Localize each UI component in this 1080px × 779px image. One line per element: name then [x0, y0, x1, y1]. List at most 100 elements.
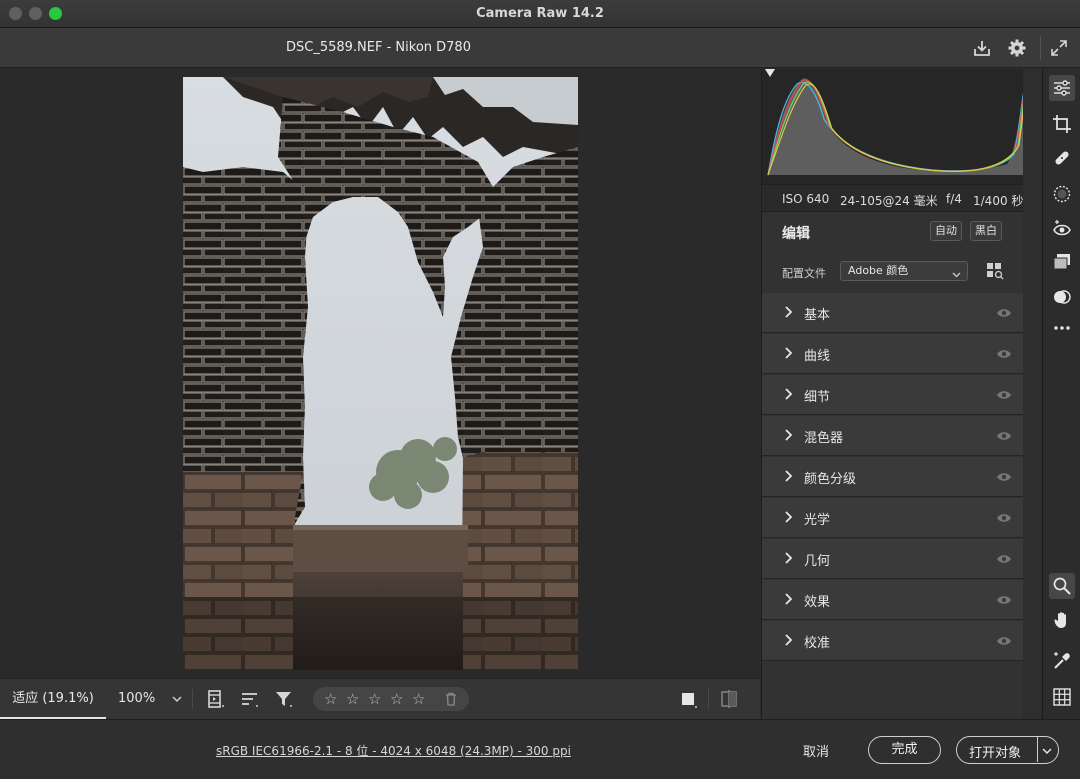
section-label: 效果: [804, 595, 831, 610]
section-label: 颜色分级: [804, 472, 857, 487]
eye-icon[interactable]: [996, 430, 1012, 442]
shadow-clipping-icon: [765, 69, 775, 77]
edit-title: 编辑: [782, 226, 810, 242]
section-curves[interactable]: 曲线: [762, 334, 1023, 374]
profile-label: 配置文件: [782, 267, 826, 280]
workflow-options-link[interactable]: sRGB IEC61966-2.1 - 8 位 - 4024 x 6048 (2…: [216, 742, 571, 759]
footer-bar: sRGB IEC61966-2.1 - 8 位 - 4024 x 6048 (2…: [0, 719, 1080, 779]
section-label: 几何: [804, 554, 831, 569]
title-bar: Camera Raw 14.2: [0, 0, 1080, 28]
filmstrip-icon[interactable]: [206, 689, 226, 709]
zoom-tool-icon[interactable]: [1049, 573, 1075, 599]
bw-button[interactable]: 黑白: [970, 221, 1002, 241]
toolbar-divider: [708, 689, 709, 709]
tool-strip: [1042, 69, 1080, 719]
chevron-right-icon: [783, 347, 793, 359]
auto-button[interactable]: 自动: [930, 221, 962, 241]
bottom-toolbar: 适应 (19.1%) 100% ☆ ☆ ☆ ☆ ☆: [0, 678, 760, 719]
chevron-right-icon: [783, 470, 793, 482]
toolbar-divider: [192, 689, 193, 709]
star-1-icon[interactable]: ☆: [324, 690, 337, 708]
eye-icon[interactable]: [996, 307, 1012, 319]
edit-sliders-icon[interactable]: [1049, 75, 1075, 101]
more-icon[interactable]: [1049, 315, 1075, 341]
eye-icon[interactable]: [996, 635, 1012, 647]
section-label: 曲线: [804, 349, 831, 364]
section-detail[interactable]: 细节: [762, 375, 1023, 415]
exif-bar: ISO 640 24-105@24 毫米 f/4 1/400 秒: [762, 184, 1042, 212]
filter-icon[interactable]: [274, 689, 294, 709]
chevron-right-icon: [783, 511, 793, 523]
cancel-button[interactable]: 取消: [803, 741, 829, 760]
exif-iso: ISO 640: [782, 192, 830, 206]
trash-icon[interactable]: [444, 692, 458, 706]
star-2-icon[interactable]: ☆: [346, 690, 359, 708]
profile-browser-icon[interactable]: [986, 262, 1004, 280]
section-label: 校准: [804, 636, 831, 651]
section-basic[interactable]: 基本: [762, 293, 1023, 333]
section-label: 细节: [804, 390, 831, 405]
eye-icon[interactable]: [996, 553, 1012, 565]
profile-value: Adobe 颜色: [848, 264, 909, 277]
edit-panel: ISO 640 24-105@24 毫米 f/4 1/400 秒 编辑 自动 黑…: [761, 69, 1042, 719]
section-color-mixer[interactable]: 混色器: [762, 416, 1023, 456]
chevron-right-icon: [783, 634, 793, 646]
profile-select[interactable]: Adobe 颜色: [840, 261, 968, 281]
image-canvas[interactable]: [0, 69, 760, 678]
window-title: Camera Raw 14.2: [476, 6, 604, 21]
exif-aperture: f/4: [946, 192, 962, 206]
chevron-right-icon: [783, 388, 793, 400]
rating-stars[interactable]: ☆ ☆ ☆ ☆ ☆: [313, 687, 469, 711]
histogram: [762, 69, 1042, 184]
healing-icon[interactable]: [1049, 145, 1075, 171]
presets-icon[interactable]: [1049, 249, 1075, 275]
fullscreen-icon[interactable]: [1049, 38, 1069, 58]
zoom-100-button[interactable]: 100%: [118, 679, 155, 719]
save-icon[interactable]: [972, 38, 992, 58]
button-divider: [1037, 737, 1038, 762]
sort-icon[interactable]: [240, 689, 260, 709]
exif-lens: 24-105@24 毫米: [840, 194, 938, 208]
panel-scrollbar[interactable]: [1023, 69, 1042, 719]
before-after-icon[interactable]: [720, 690, 738, 708]
chevron-right-icon: [783, 593, 793, 605]
star-4-icon[interactable]: ☆: [390, 690, 403, 708]
section-geometry[interactable]: 几何: [762, 539, 1023, 579]
photo-preview: [183, 77, 578, 670]
file-bar: DSC_5589.NEF - Nikon D780: [0, 28, 1080, 68]
chevron-right-icon: [783, 306, 793, 318]
zoom-dropdown-icon[interactable]: [170, 692, 184, 706]
section-optics[interactable]: 光学: [762, 498, 1023, 538]
eye-icon[interactable]: [996, 389, 1012, 401]
chevron-right-icon: [783, 552, 793, 564]
red-eye-icon[interactable]: [1049, 216, 1075, 242]
section-label: 光学: [804, 513, 831, 528]
eye-icon[interactable]: [996, 471, 1012, 483]
open-object-label: 打开对象: [969, 746, 1022, 761]
open-object-button[interactable]: 打开对象: [956, 736, 1059, 764]
view-mode-icon[interactable]: [680, 691, 698, 709]
section-label: 基本: [804, 308, 831, 323]
star-3-icon[interactable]: ☆: [368, 690, 381, 708]
filebar-divider: [1040, 36, 1041, 60]
file-name: DSC_5589.NEF - Nikon D780: [286, 40, 471, 55]
gear-icon[interactable]: [1007, 38, 1027, 58]
section-effects[interactable]: 效果: [762, 580, 1023, 620]
exif-shutter: 1/400 秒: [973, 194, 1024, 208]
section-calibration[interactable]: 校准: [762, 621, 1023, 661]
star-5-icon[interactable]: ☆: [412, 690, 425, 708]
zoom-fit-button[interactable]: 适应 (19.1%): [0, 679, 106, 719]
chevron-down-icon: [952, 267, 961, 278]
eye-icon[interactable]: [996, 594, 1012, 606]
done-button[interactable]: 完成: [868, 736, 941, 764]
section-color-grading[interactable]: 颜色分级: [762, 457, 1023, 497]
grid-overlay-icon[interactable]: [1049, 684, 1075, 710]
hand-tool-icon[interactable]: [1049, 607, 1075, 633]
mask-icon[interactable]: [1049, 181, 1075, 207]
snapshots-icon[interactable]: [1049, 284, 1075, 310]
eye-icon[interactable]: [996, 512, 1012, 524]
eye-icon[interactable]: [996, 348, 1012, 360]
color-sampler-icon[interactable]: [1049, 648, 1075, 674]
crop-icon[interactable]: [1049, 111, 1075, 137]
chevron-down-icon[interactable]: [1042, 745, 1052, 755]
